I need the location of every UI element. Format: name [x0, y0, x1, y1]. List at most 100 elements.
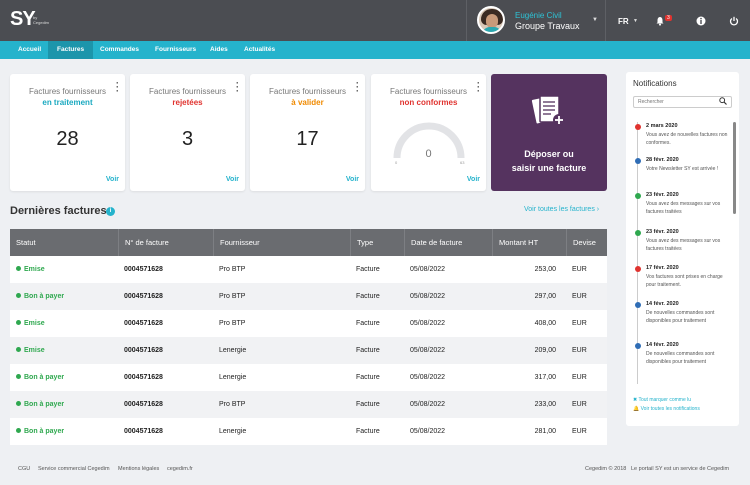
- cell-amount: 281,00: [534, 428, 556, 435]
- status-dot-icon: [635, 266, 641, 272]
- col-fournisseur[interactable]: Fournisseur: [213, 229, 350, 256]
- info-icon[interactable]: [696, 16, 706, 29]
- cell-date: 05/08/2022: [410, 320, 446, 327]
- notification-date: 2 mars 2020: [646, 123, 678, 129]
- nav-accueil[interactable]: Accueil: [9, 41, 50, 59]
- scrollbar[interactable]: [733, 122, 736, 214]
- notification-text: Vous avez de nouvelles factures non conf…: [646, 132, 728, 146]
- table-row[interactable]: Bon à payer 0004571628 Lenergie Facture 05/0…: [10, 418, 607, 445]
- notification-date: 23 févr. 2020: [646, 192, 679, 198]
- card-see-link[interactable]: Voir: [106, 176, 119, 183]
- card-subtitle: en traitement: [42, 98, 93, 107]
- nav-aides[interactable]: Aides: [201, 41, 237, 59]
- more-vertical-icon[interactable]: · · ·: [356, 79, 359, 96]
- notifications-title: Notifications: [633, 79, 677, 88]
- nav-actualites[interactable]: Actualités: [235, 41, 284, 59]
- chevron-down-icon: ▼: [592, 17, 598, 23]
- card-see-link[interactable]: Voir: [346, 176, 359, 183]
- info-icon[interactable]: i: [106, 207, 115, 216]
- see-all-notifications-link[interactable]: 🔔 Voir toutes les notifications: [633, 406, 700, 412]
- bell-icon[interactable]: [655, 16, 665, 29]
- footer-link-mentions[interactable]: Mentions légales: [118, 466, 159, 472]
- card-value: 0: [425, 148, 432, 160]
- status-dot-icon: [16, 373, 21, 379]
- table-row[interactable]: Bon à payer 0004571628 Lenergie Facture 05/0…: [10, 364, 607, 391]
- cell-supplier: Pro BTP: [219, 293, 246, 300]
- status-badge: Emise: [16, 256, 45, 283]
- card-rejetees: Factures fournisseurs rejetées 3 · · · Voi…: [130, 74, 245, 191]
- status-label: Emise: [24, 266, 45, 273]
- cell-supplier: Lenergie: [219, 374, 247, 381]
- table-row[interactable]: Emise 0004571628 Pro BTP Facture 05/08/2022 4…: [10, 310, 607, 337]
- top-bar: SY by Cegedim Eugénie Civil Groupe Travau…: [0, 0, 750, 41]
- cell-type: Facture: [356, 374, 380, 381]
- col-numero[interactable]: N° de facture: [118, 229, 213, 256]
- cell-currency: EUR: [572, 293, 587, 300]
- col-type[interactable]: Type: [350, 229, 404, 256]
- search-icon[interactable]: [719, 97, 727, 107]
- cell-number: 0004571628: [124, 293, 163, 300]
- mark-all-read-link[interactable]: ✖ Tout marquer comme lu: [633, 397, 691, 403]
- status-dot-icon: [635, 158, 641, 164]
- cell-number: 0004571628: [124, 266, 163, 273]
- status-dot-icon: [16, 346, 21, 352]
- card-title: Factures fournisseurs: [149, 87, 226, 96]
- cell-supplier: Pro BTP: [219, 320, 246, 327]
- cell-currency: EUR: [572, 347, 587, 354]
- col-statut[interactable]: Statut: [10, 229, 118, 256]
- more-vertical-icon[interactable]: · · ·: [116, 79, 119, 96]
- nav-factures[interactable]: Factures: [48, 41, 94, 59]
- deposit-invoice-button[interactable]: Déposer ou saisir une facture: [491, 74, 607, 191]
- user-menu[interactable]: Eugénie Civil Groupe Travaux ▼: [466, 0, 606, 41]
- card-en-traitement: Factures fournisseurs en traitement 28 ·…: [10, 74, 125, 191]
- cell-date: 05/08/2022: [410, 293, 446, 300]
- cell-supplier: Lenergie: [219, 428, 247, 435]
- more-vertical-icon[interactable]: · · ·: [477, 79, 480, 96]
- footer-copyright: Cegedim © 2018: [585, 466, 627, 472]
- notification-date: 14 févr. 2020: [646, 301, 679, 307]
- notification-text: Vos factures sont prises en charge pour …: [646, 274, 723, 288]
- nav-fournisseurs[interactable]: Fournisseurs: [146, 41, 205, 59]
- card-see-link[interactable]: Voir: [226, 176, 239, 183]
- nav-commandes[interactable]: Commandes: [91, 41, 148, 59]
- status-badge: Bon à payer: [16, 391, 64, 418]
- cell-number: 0004571628: [124, 401, 163, 408]
- status-label: Emise: [24, 347, 45, 354]
- status-badge: Emise: [16, 310, 45, 337]
- cell-date: 05/08/2022: [410, 266, 446, 273]
- notifications-search-input[interactable]: [633, 96, 732, 108]
- gauge-max: 63: [460, 160, 465, 165]
- more-vertical-icon[interactable]: · · ·: [236, 79, 239, 96]
- card-subtitle: à valider: [291, 98, 324, 107]
- see-all-invoices-link[interactable]: Voir toutes les factures ›: [524, 206, 599, 213]
- footer-tagline: Le portail SY est un service de Cegedim: [631, 466, 730, 472]
- status-badge: Emise: [16, 337, 45, 364]
- table-row[interactable]: Emise 0004571628 Pro BTP Facture 05/08/2022 2…: [10, 256, 607, 283]
- table-row[interactable]: Emise 0004571628 Lenergie Facture 05/08/2022…: [10, 337, 607, 364]
- cell-number: 0004571628: [124, 320, 163, 327]
- footer-link-cegedim[interactable]: cegedim.fr: [167, 466, 193, 472]
- table-row[interactable]: Bon à payer 0004571628 Pro BTP Facture 05/08…: [10, 391, 607, 418]
- card-value: 28: [56, 128, 79, 150]
- card-see-link[interactable]: Voir: [467, 176, 480, 183]
- cell-type: Facture: [356, 266, 380, 273]
- language-selector[interactable]: FR: [618, 17, 629, 26]
- col-montant[interactable]: Montant HT: [492, 229, 566, 256]
- cell-type: Facture: [356, 401, 380, 408]
- col-date[interactable]: Date de facture: [404, 229, 492, 256]
- status-dot-icon: [635, 302, 641, 308]
- card-value: 3: [181, 128, 194, 150]
- logo[interactable]: SY: [10, 8, 36, 31]
- table-header: Statut N° de facture Fournisseur Type Da…: [10, 229, 607, 256]
- status-dot-icon: [635, 124, 641, 130]
- footer-link-cgu[interactable]: CGU: [18, 466, 30, 472]
- status-dot-icon: [16, 292, 21, 298]
- card-title: Factures fournisseurs: [29, 87, 106, 96]
- cell-amount: 317,00: [534, 374, 556, 381]
- col-devise[interactable]: Devise: [566, 229, 607, 256]
- status-badge: Bon à payer: [16, 283, 64, 310]
- table-row[interactable]: Bon à payer 0004571628 Pro BTP Facture 05/08…: [10, 283, 607, 310]
- notification-text: De nouvelles commandes sont disponibles …: [646, 351, 715, 365]
- footer-link-service[interactable]: Service commercial Cegedim: [38, 466, 110, 472]
- power-icon[interactable]: [729, 16, 739, 29]
